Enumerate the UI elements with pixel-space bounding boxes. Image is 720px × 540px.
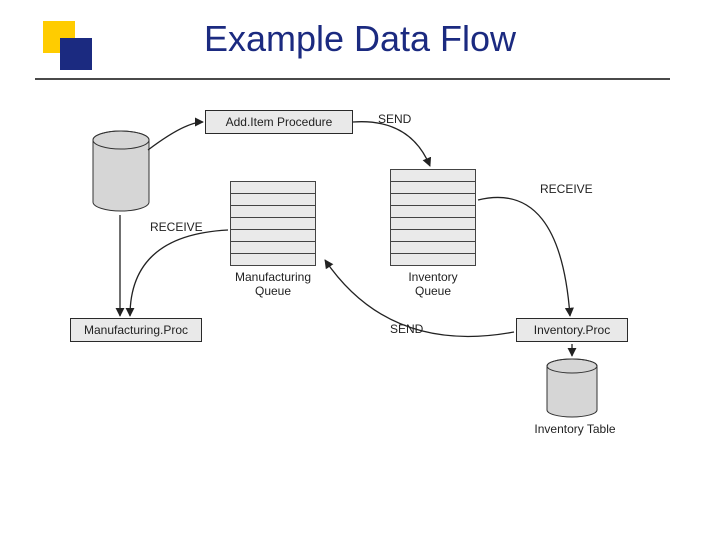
slide: Example Data Flow Add.Item Procedure Man… [0, 0, 720, 540]
receive-label-1: RECEIVE [540, 182, 593, 196]
receive-label-2: RECEIVE [150, 220, 203, 234]
flow-arrows [90, 100, 650, 440]
data-flow-diagram: Add.Item Procedure Manufacturing Queue I… [90, 100, 650, 440]
divider [35, 78, 670, 80]
send-label-2: SEND [390, 322, 423, 336]
send-label-1: SEND [378, 112, 411, 126]
slide-title: Example Data Flow [0, 18, 720, 60]
